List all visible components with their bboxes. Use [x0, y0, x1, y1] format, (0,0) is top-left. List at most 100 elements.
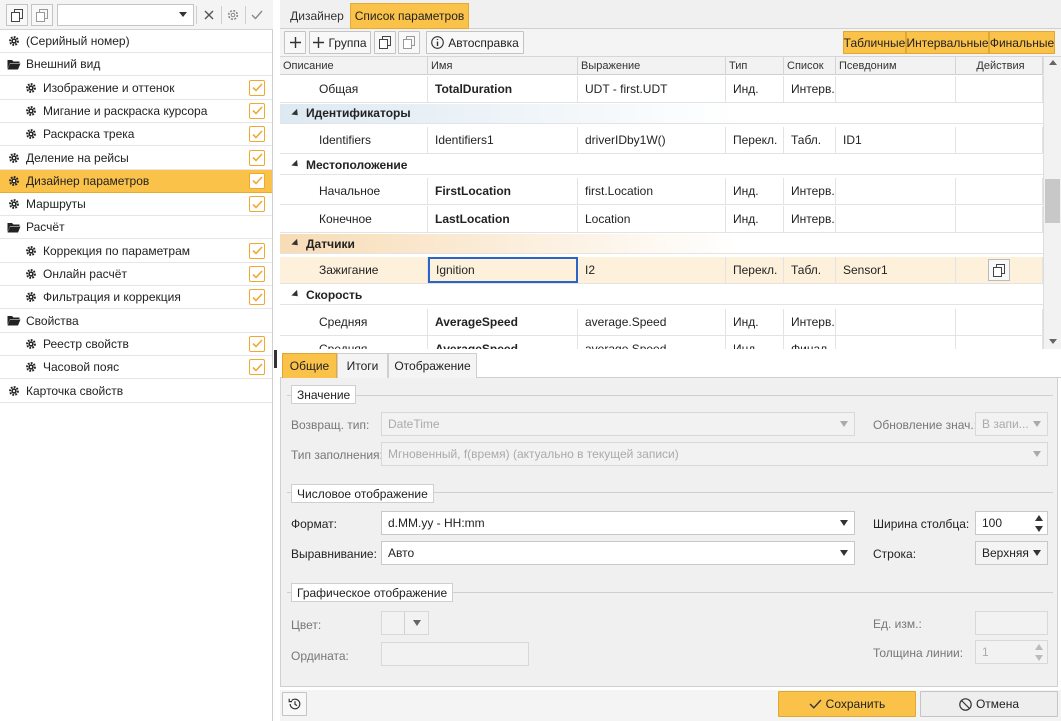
- tree-item[interactable]: Маршруты: [0, 193, 272, 217]
- cell-expr[interactable]: first.Location: [578, 178, 726, 205]
- paste-icon[interactable]: [398, 31, 420, 54]
- cell-desc[interactable]: Identifiers: [280, 127, 428, 154]
- table-row[interactable]: Конечное LastLocation Location Инд. Интерв.: [280, 206, 1043, 234]
- row-select[interactable]: Верхняя: [975, 541, 1048, 565]
- tree-item[interactable]: Раскраска трека: [0, 123, 272, 147]
- col-width-stepper[interactable]: 100: [975, 511, 1048, 535]
- checkbox[interactable]: [249, 196, 265, 213]
- checkbox[interactable]: [249, 266, 265, 282]
- tab-totals[interactable]: Итоги: [337, 353, 388, 378]
- table-row[interactable]: Общая TotalDuration UDT - first.UDT Инд. Инт…: [280, 76, 1043, 103]
- close-icon[interactable]: [198, 4, 220, 26]
- group-row[interactable]: Скорость: [280, 285, 1043, 306]
- tab-designer[interactable]: Дизайнер: [284, 3, 350, 29]
- view-interval-toggle[interactable]: Интервальные: [906, 31, 989, 54]
- tree-item[interactable]: Дизайнер параметров: [0, 169, 272, 193]
- scroll-down-icon[interactable]: [1049, 339, 1057, 344]
- cell-list[interactable]: Финал.: [784, 336, 836, 349]
- column-header[interactable]: Тип: [726, 57, 784, 75]
- checkbox[interactable]: [249, 172, 265, 189]
- tree-item[interactable]: Внешний вид: [0, 53, 272, 77]
- cell-name[interactable]: LastLocation: [428, 206, 578, 233]
- format-select[interactable]: d.MM.yy - HH:mm: [381, 511, 855, 535]
- cell-list[interactable]: Интерв.: [784, 178, 836, 205]
- duplicate-icon[interactable]: [988, 259, 1010, 282]
- column-header[interactable]: Список: [784, 57, 836, 75]
- column-header[interactable]: Описание: [280, 57, 428, 75]
- autohelp-button[interactable]: Автосправка: [426, 31, 524, 54]
- cell-name[interactable]: AverageSpeed: [428, 336, 578, 349]
- stepper-down-icon[interactable]: [1035, 526, 1043, 532]
- cell-name[interactable]: Identifiers1: [428, 127, 578, 154]
- table-row[interactable]: Identifiers Identifiers1 driverIDby1W() Пер…: [280, 127, 1043, 155]
- cell-expr[interactable]: driverIDby1W(): [578, 127, 726, 154]
- cell-list[interactable]: Интерв.: [784, 76, 836, 102]
- cell-expr[interactable]: average.Speed: [578, 336, 726, 349]
- table-row[interactable]: СредняяAverageSpeedaverage.SpeedИнд.Фина…: [280, 336, 1043, 349]
- cell-alias[interactable]: ID1: [836, 127, 956, 154]
- grid-scrollbar[interactable]: [1043, 57, 1061, 349]
- stepper-up-icon[interactable]: [1035, 515, 1043, 521]
- cell-type[interactable]: Перекл.: [726, 127, 784, 154]
- checkbox[interactable]: [249, 359, 265, 376]
- cell-name[interactable]: FirstLocation: [428, 178, 578, 205]
- tree-item[interactable]: Фильтрация и коррекция: [0, 286, 272, 310]
- cell-alias[interactable]: [836, 336, 956, 349]
- add-icon[interactable]: [284, 31, 306, 54]
- cell-name[interactable]: Ignition: [428, 257, 578, 284]
- cell-type[interactable]: Инд.: [726, 206, 784, 233]
- cell-desc[interactable]: Начальное: [280, 178, 428, 205]
- cell-alias[interactable]: [836, 76, 956, 102]
- cell-type[interactable]: Перекл.: [726, 257, 784, 284]
- collapse-icon[interactable]: [291, 108, 301, 118]
- view-table-toggle[interactable]: Табличные: [843, 31, 906, 54]
- add-group-button[interactable]: Группа: [309, 31, 371, 54]
- cell-expr[interactable]: average.Speed: [578, 308, 726, 335]
- cell-list[interactable]: Интерв.: [784, 308, 836, 335]
- cell-desc[interactable]: Средняя: [280, 308, 428, 335]
- cancel-button[interactable]: Отмена: [920, 691, 1058, 717]
- cell-list[interactable]: Табл.: [784, 127, 836, 154]
- checkbox[interactable]: [249, 126, 265, 143]
- cell-type[interactable]: Инд.: [726, 308, 784, 335]
- cell-alias[interactable]: [836, 206, 956, 233]
- history-icon[interactable]: [282, 692, 307, 716]
- view-final-toggle[interactable]: Финальные: [989, 31, 1055, 54]
- checkbox[interactable]: [249, 289, 265, 306]
- cell-alias[interactable]: [836, 178, 956, 205]
- tree-item[interactable]: (Серийный номер): [0, 30, 272, 53]
- checkbox[interactable]: [249, 102, 265, 119]
- collapse-icon[interactable]: [291, 159, 301, 170]
- cell-alias[interactable]: [836, 308, 956, 335]
- cell-desc[interactable]: Средняя: [280, 336, 428, 349]
- group-row[interactable]: Идентификаторы: [280, 103, 1043, 124]
- tree-item[interactable]: Карточка свойств: [0, 380, 272, 403]
- cell-type[interactable]: Инд.: [726, 336, 784, 349]
- cell-type[interactable]: Инд.: [726, 76, 784, 102]
- tree-item[interactable]: Изображение и оттенок: [0, 77, 272, 100]
- cell-list[interactable]: Интерв.: [784, 206, 836, 233]
- scroll-up-icon[interactable]: [1049, 60, 1057, 65]
- group-row[interactable]: Местоположение: [280, 155, 1043, 175]
- table-row[interactable]: Средняя AverageSpeed average.Speed Инд. Инте…: [280, 308, 1043, 336]
- column-header[interactable]: Действия: [956, 57, 1043, 75]
- checkmark-icon[interactable]: [246, 4, 268, 26]
- table-row[interactable]: Зажигание Ignition I2 Перекл. Табл. Sensor1: [280, 257, 1043, 285]
- cell-desc[interactable]: Общая: [280, 76, 428, 102]
- cell-alias[interactable]: Sensor1: [836, 257, 956, 284]
- cell-expr[interactable]: UDT - first.UDT: [578, 76, 726, 102]
- cell-expr[interactable]: I2: [578, 257, 726, 284]
- group-row[interactable]: Датчики: [280, 234, 1043, 254]
- cell-expr[interactable]: Location: [578, 206, 726, 233]
- tree-item[interactable]: Онлайн расчёт: [0, 263, 272, 286]
- cell-name[interactable]: AverageSpeed: [428, 308, 578, 335]
- tree-item[interactable]: Коррекция по параметрам: [0, 240, 272, 263]
- collapse-icon[interactable]: [291, 290, 301, 300]
- column-header[interactable]: Выражение: [578, 57, 726, 75]
- tab-param-list[interactable]: Список параметров: [350, 3, 469, 29]
- cell-type[interactable]: Инд.: [726, 178, 784, 205]
- tab-general[interactable]: Общие: [282, 353, 337, 378]
- splitter-handle[interactable]: [274, 350, 277, 368]
- tree-item[interactable]: Мигание и раскраска курсора: [0, 100, 272, 123]
- cell-desc[interactable]: Зажигание: [280, 257, 428, 284]
